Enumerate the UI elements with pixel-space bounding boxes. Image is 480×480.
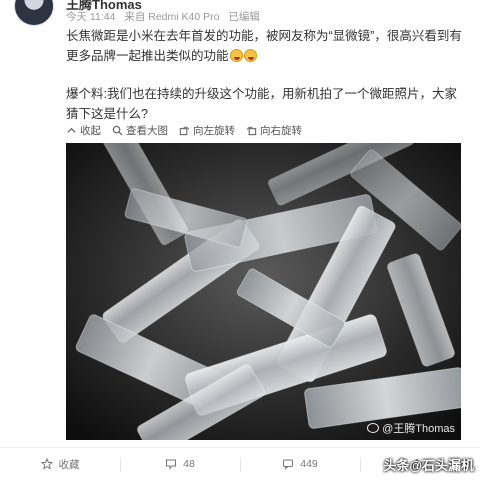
- view-large-label: 查看大图: [126, 125, 168, 137]
- favorite-label: 收藏: [58, 458, 80, 471]
- post-paragraph-1: 长焦微距是小米在去年首发的功能，被网友称为“显微镜”，很高兴看到有更多品牌一起推…: [66, 27, 466, 66]
- rotate-left-button[interactable]: 向左旋转: [179, 123, 235, 138]
- rotate-left-icon: [179, 126, 190, 136]
- image-toolbar: 收起 查看大图 向左旋转 向右旋转: [66, 123, 313, 138]
- collapse-button[interactable]: 收起: [66, 123, 101, 138]
- collapse-label: 收起: [80, 125, 101, 137]
- post-paragraph-2: 爆个料:我们也在持续的升级这个功能，用新机拍了一个微距照片，大家猜下这是什么?: [66, 87, 457, 121]
- post-text-1: 长焦微距是小米在去年首发的功能，被网友称为“显微镜”，很高兴看到有更多品牌一起推…: [66, 29, 462, 63]
- star-icon: [40, 458, 53, 470]
- favorite-button[interactable]: 收藏: [0, 448, 120, 480]
- post-meta: 今天 11:44 来自 Redmi K40 Pro 已编辑: [66, 9, 266, 24]
- rotate-right-icon: [246, 126, 257, 136]
- watermark-text: @王腾Thomas: [382, 423, 455, 435]
- magnifier-icon: [112, 125, 123, 136]
- rotate-left-label: 向左旋转: [193, 125, 235, 137]
- rotate-right-label: 向右旋转: [260, 125, 302, 137]
- view-large-button[interactable]: 查看大图: [112, 123, 168, 138]
- rotate-right-button[interactable]: 向右旋转: [246, 123, 302, 138]
- laugh-emoji-icon: [229, 48, 243, 62]
- post-photo[interactable]: @王腾Thomas: [66, 143, 461, 440]
- edited-label[interactable]: 已编辑: [228, 11, 260, 23]
- post-time[interactable]: 今天 11:44: [66, 11, 115, 23]
- crystal-macro-image: [66, 143, 461, 440]
- repost-count: 48: [183, 458, 195, 470]
- avatar[interactable]: [14, 0, 54, 26]
- comment-button[interactable]: 449: [240, 448, 360, 480]
- repost-button[interactable]: 48: [120, 448, 240, 480]
- comment-count: 449: [300, 458, 318, 470]
- weibo-logo-icon: [367, 423, 380, 433]
- repost-icon: [166, 459, 177, 470]
- brand-watermark: 头条@石头漏机: [383, 458, 474, 473]
- laugh-emoji-icon: [243, 48, 257, 62]
- post-source: 来自 Redmi K40 Pro: [124, 11, 220, 23]
- photo-watermark: @王腾Thomas: [367, 420, 455, 436]
- comment-icon: [283, 459, 294, 470]
- collapse-icon: [67, 127, 76, 133]
